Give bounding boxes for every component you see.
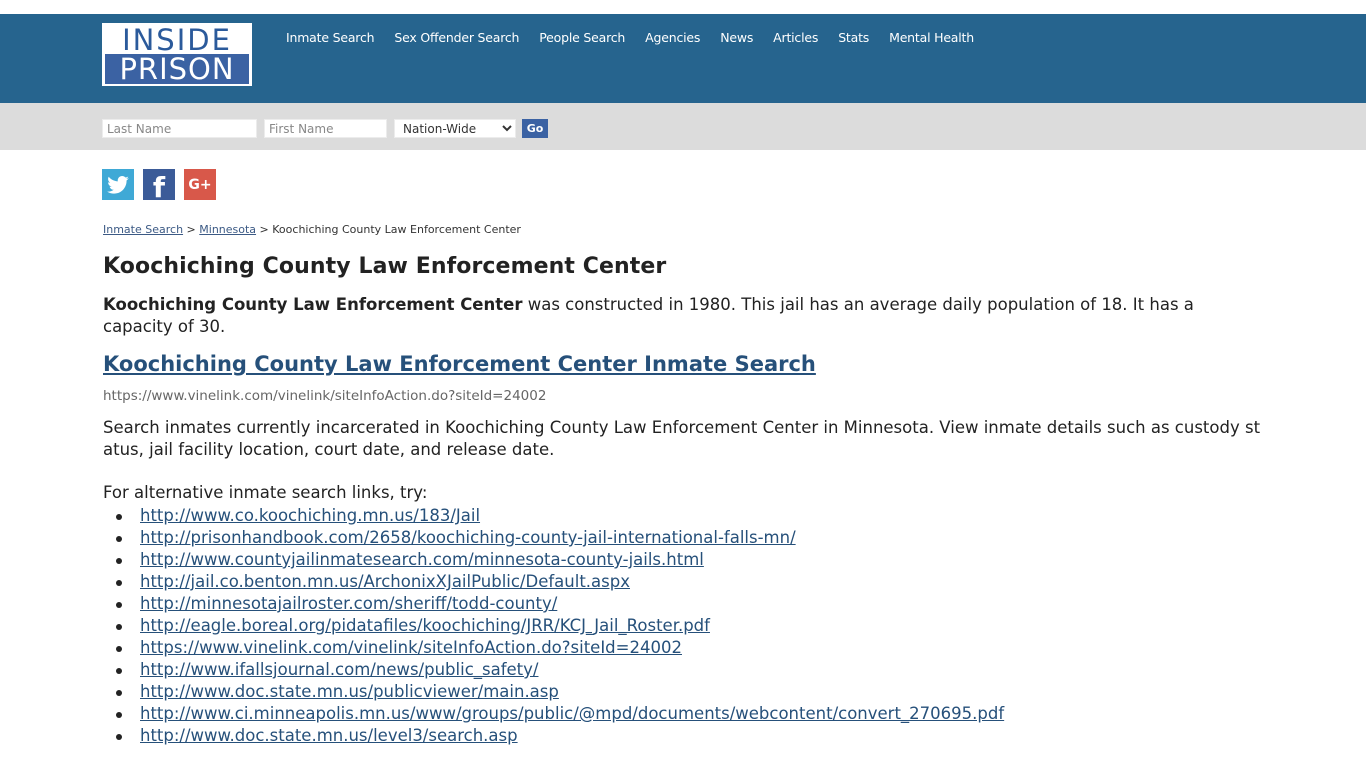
alt-link[interactable]: http://www.co.koochiching.mn.us/183/Jail — [140, 506, 480, 525]
alt-link[interactable]: http://www.ci.minneapolis.mn.us/www/grou… — [140, 704, 1004, 723]
list-item: http://www.doc.state.mn.us/publicviewer/… — [103, 681, 1004, 703]
list-item: http://www.ifallsjournal.com/news/public… — [103, 659, 1004, 681]
twitter-share-button[interactable] — [102, 169, 134, 200]
nav-inmate-search[interactable]: Inmate Search — [286, 30, 375, 45]
list-item: http://minnesotajailroster.com/sheriff/t… — [103, 593, 1004, 615]
go-button[interactable]: Go — [522, 119, 548, 138]
facility-intro: Koochiching County Law Enforcement Cente… — [103, 294, 1263, 338]
list-item: http://prisonhandbook.com/2658/koochichi… — [103, 527, 1004, 549]
nav-news[interactable]: News — [720, 30, 753, 45]
list-item: http://www.doc.state.mn.us/level3/search… — [103, 725, 1004, 747]
breadcrumb-separator: > — [186, 223, 196, 236]
alt-link[interactable]: http://eagle.boreal.org/pidatafiles/kooc… — [140, 616, 710, 635]
facebook-share-button[interactable]: f — [143, 169, 175, 204]
nav-mental-health[interactable]: Mental Health — [889, 30, 974, 45]
list-item: http://www.ci.minneapolis.mn.us/www/grou… — [103, 703, 1004, 725]
alt-link[interactable]: http://prisonhandbook.com/2658/koochichi… — [140, 528, 796, 547]
facility-name: Koochiching County Law Enforcement Cente… — [103, 295, 523, 314]
twitter-icon — [107, 175, 129, 194]
nav-people-search[interactable]: People Search — [539, 30, 625, 45]
last-name-input[interactable] — [102, 119, 257, 138]
list-item: http://www.countyjailinmatesearch.com/mi… — [103, 549, 1004, 571]
breadcrumb-separator: > — [259, 223, 269, 236]
inside-prison-logo[interactable]: INSIDE PRISON — [102, 23, 252, 86]
alternative-links-list: http://www.co.koochiching.mn.us/183/Jail… — [103, 505, 1004, 747]
alternative-links-intro: For alternative inmate search links, try… — [103, 483, 428, 502]
google-plus-icon: G+ — [188, 176, 212, 193]
google-plus-share-button[interactable]: G+ — [184, 169, 216, 200]
search-bar: Nation-Wide Go — [0, 103, 1366, 150]
nav-agencies[interactable]: Agencies — [645, 30, 700, 45]
breadcrumb-minnesota[interactable]: Minnesota — [199, 223, 256, 236]
alt-link[interactable]: http://www.ifallsjournal.com/news/public… — [140, 660, 538, 679]
top-spacer — [0, 0, 1366, 14]
inmate-search-link[interactable]: Koochiching County Law Enforcement Cente… — [103, 352, 816, 376]
list-item: https://www.vinelink.com/vinelink/siteIn… — [103, 637, 1004, 659]
site-header: INSIDE PRISON Inmate Search Sex Offender… — [0, 14, 1366, 103]
search-description: Search inmates currently incarcerated in… — [103, 418, 1261, 459]
breadcrumb-current: Koochiching County Law Enforcement Cente… — [272, 223, 521, 236]
list-item: http://eagle.boreal.org/pidatafiles/kooc… — [103, 615, 1004, 637]
social-share: f G+ — [102, 169, 225, 204]
state-select[interactable]: Nation-Wide — [394, 119, 516, 138]
logo-bottom-text: PRISON — [105, 54, 249, 84]
alt-link[interactable]: http://www.doc.state.mn.us/level3/search… — [140, 726, 518, 745]
alt-link[interactable]: http://jail.co.benton.mn.us/ArchonixXJai… — [140, 572, 630, 591]
nav-sex-offender-search[interactable]: Sex Offender Search — [394, 30, 519, 45]
alt-link[interactable]: http://www.doc.state.mn.us/publicviewer/… — [140, 682, 559, 701]
list-item: http://www.co.koochiching.mn.us/183/Jail — [103, 505, 1004, 527]
alt-link[interactable]: http://minnesotajailroster.com/sheriff/t… — [140, 594, 557, 613]
main-nav: Inmate Search Sex Offender Search People… — [286, 30, 994, 45]
nav-stats[interactable]: Stats — [838, 30, 869, 45]
breadcrumb-inmate-search[interactable]: Inmate Search — [103, 223, 183, 236]
inmate-search-url: https://www.vinelink.com/vinelink/siteIn… — [103, 388, 547, 404]
list-item: http://jail.co.benton.mn.us/ArchonixXJai… — [103, 571, 1004, 593]
alt-link[interactable]: http://www.countyjailinmatesearch.com/mi… — [140, 550, 704, 569]
logo-top-text: INSIDE — [122, 23, 232, 57]
alt-link[interactable]: https://www.vinelink.com/vinelink/siteIn… — [140, 638, 682, 657]
facebook-icon: f — [152, 171, 166, 204]
breadcrumb: Inmate Search > Minnesota > Koochiching … — [103, 223, 521, 236]
page-title: Koochiching County Law Enforcement Cente… — [103, 254, 667, 279]
first-name-input[interactable] — [264, 119, 387, 138]
nav-articles[interactable]: Articles — [773, 30, 818, 45]
